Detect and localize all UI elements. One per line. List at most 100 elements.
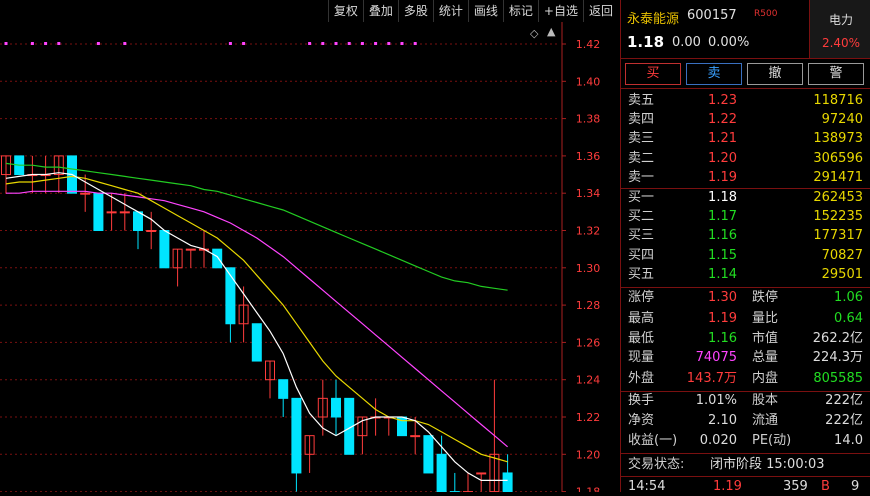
ask-label: 卖四 [628,111,654,129]
kline-chart[interactable]: 1.421.401.381.361.341.321.301.281.261.24… [0,22,618,492]
bid-label: 买五 [628,266,654,284]
y-tick-label: 1.22 [576,411,601,424]
toolbar-item-0[interactable]: 复权 [328,0,363,22]
signal-marker [44,42,47,45]
current-volume-label: 现量 [628,349,654,367]
candle-up[interactable] [411,436,420,437]
ask-row[interactable]: 卖三 1.21 138973 [621,130,870,148]
index-badge: R500 [754,9,777,19]
candle-down[interactable] [437,454,446,491]
bid-row[interactable]: 买五1.1429501 [621,266,870,284]
ask-price: 1.19 [687,169,737,187]
bid-volume: 177317 [813,227,863,245]
candle-up[interactable] [120,212,129,213]
candle-up[interactable] [186,249,195,250]
candle-up[interactable] [107,212,116,213]
ask-volume: 118716 [813,92,863,110]
candle-up[interactable] [147,231,156,232]
eps-value: 0.020 [681,432,737,450]
toolbar-item-6[interactable]: +自选 [538,0,583,22]
ask-label: 卖三 [628,130,654,148]
ask-price: 1.21 [687,130,737,148]
signal-marker [414,42,417,45]
mcap-value: 262.2亿 [791,330,863,348]
cancel-order-button[interactable]: 撤 [747,63,803,85]
vol-ratio-value: 0.64 [801,310,863,328]
limit-up-value: 1.30 [691,289,737,307]
share-capital-value: 222亿 [791,392,863,410]
signal-marker [5,42,8,45]
ask-row[interactable]: 卖四1.2297240 [621,111,870,129]
divider [621,287,870,288]
diamond-icon[interactable]: ◇ [530,27,538,40]
ma60-line [6,163,508,290]
high-value: 1.19 [691,310,737,328]
bid-volume: 262453 [813,189,863,207]
quote-panel: 永泰能源 600157 R500 1.18 0.00 0.00% 电力 2.40… [620,0,870,492]
buy-button[interactable]: 买 [625,63,681,85]
toolbar-item-7[interactable]: 返回 [583,0,618,22]
y-tick-label: 1.34 [576,187,601,200]
bid-row[interactable]: 买二1.17152235 [621,208,870,226]
sector-name: 电力 [810,11,870,28]
y-tick-label: 1.32 [576,225,601,238]
inner-volume-value: 805585 [791,370,863,388]
y-tick-label: 1.26 [576,336,601,349]
candle-down[interactable] [424,436,433,473]
bid-volume: 70827 [822,247,863,265]
ask-row[interactable]: 卖五1.23118716 [621,92,870,110]
toolbar-item-2[interactable]: 多股 [398,0,433,22]
ma20-line [6,191,508,446]
ask-price: 1.20 [687,150,737,168]
alert-button[interactable]: 警 [808,63,864,85]
bid-row[interactable]: 买四1.1570827 [621,247,870,265]
bid-volume: 29501 [822,266,863,284]
candle-down[interactable] [94,193,103,230]
tick-side: B [821,478,830,496]
ask-volume: 138973 [813,130,863,148]
signal-marker [401,42,404,45]
scroll-up-icon[interactable]: ▲ [547,25,555,38]
sell-button[interactable]: 卖 [686,63,742,85]
candle-down[interactable] [503,473,512,492]
candle-down[interactable] [332,398,341,417]
candle-up[interactable] [477,473,486,474]
mcap-label: 市值 [752,330,778,348]
net-assets-value: 2.10 [681,412,737,430]
candle-up[interactable] [81,193,90,194]
tick-count: 9 [851,478,859,496]
bid-row[interactable]: 买三1.16177317 [621,227,870,245]
sector-box[interactable]: 电力 2.40% [809,0,870,58]
candle-down[interactable] [213,249,222,268]
stock-name[interactable]: 永泰能源 [627,8,679,27]
trade-status-value: 闭市阶段 15:00:03 [710,456,825,474]
y-tick-label: 1.18 [576,486,601,492]
toolbar-item-1[interactable]: 叠加 [363,0,398,22]
y-tick-label: 1.20 [576,448,601,461]
bid-price: 1.15 [687,247,737,265]
candle-down[interactable] [252,324,261,361]
signal-marker [335,42,338,45]
toolbar-item-3[interactable]: 统计 [433,0,468,22]
candle-down[interactable] [292,398,301,473]
signal-marker [387,42,390,45]
signal-marker [31,42,34,45]
bid-row[interactable]: 买一1.18262453 [621,189,870,207]
ask-row[interactable]: 卖一1.19291471 [621,169,870,187]
signal-marker [348,42,351,45]
bid-volume: 152235 [813,208,863,226]
float-shares-label: 流通 [752,412,778,430]
ask-label: 卖一 [628,169,654,187]
signal-marker [321,42,324,45]
toolbar-item-5[interactable]: 标记 [503,0,538,22]
bid-price: 1.16 [687,227,737,245]
candle-down[interactable] [279,380,288,399]
candle-down[interactable] [134,212,143,231]
candle-down[interactable] [160,231,169,268]
float-shares-value: 222亿 [791,412,863,430]
current-volume-value: 74075 [681,349,737,367]
y-tick-label: 1.24 [576,374,601,387]
toolbar-item-4[interactable]: 画线 [468,0,503,22]
signal-marker [361,42,364,45]
ask-row[interactable]: 卖二1.20306596 [621,150,870,168]
